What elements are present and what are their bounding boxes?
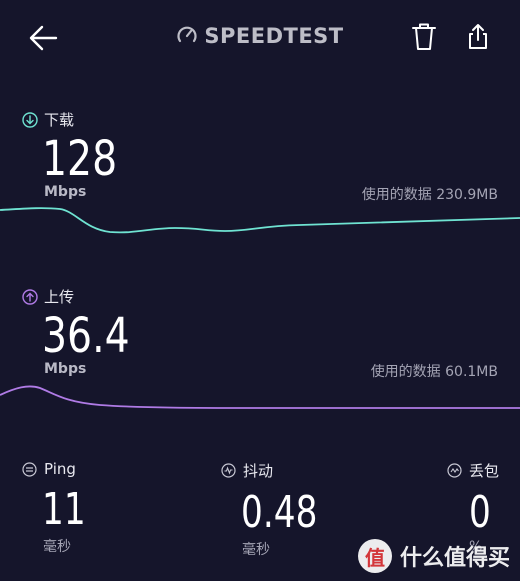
app-brand: SPEEDTEST [0,24,520,48]
site-watermark: 值 什么值得买 [357,539,510,573]
download-line [0,207,520,234]
upload-label: 上传 [44,288,75,306]
download-arrow-icon [22,111,38,128]
download-label: 下载 [44,111,75,129]
jitter-label: 抖动 [243,462,274,480]
upload-speed-graph [0,385,520,409]
upload-speed-value: 36.4 [42,308,130,364]
download-speed-value: 128 [42,131,118,187]
ping-icon [22,461,37,477]
trash-icon [412,23,436,50]
upload-line [0,385,520,409]
packet-loss-label: 丢包 [469,462,500,480]
upload-header: 上传 [22,286,74,307]
packet-loss-value: 0 [469,487,491,538]
share-icon [469,24,487,49]
upload-unit: Mbps [44,361,87,377]
download-header: 下载 [22,109,74,130]
jitter-icon [221,463,236,478]
upload-arrow-icon [22,288,38,305]
watermark-logo: 值 [357,539,392,573]
ping-label: Ping [44,460,76,478]
jitter-unit: 毫秒 [242,542,270,558]
speedometer-icon [177,26,197,43]
ping-unit: 毫秒 [43,539,71,555]
jitter-stat: 抖动 0.48 毫秒 [221,460,339,559]
brand-text: SPEEDTEST [204,24,344,48]
packet-loss-icon [447,463,462,478]
ping-value: 11 [42,484,86,535]
download-speed-graph [0,207,520,234]
watermark-text: 什么值得买 [399,546,510,571]
delete-button[interactable] [408,20,440,54]
top-bar: SPEEDTEST [0,0,520,76]
jitter-value: 0.48 [241,487,318,538]
ping-stat: Ping 11 毫秒 [22,460,98,556]
share-button[interactable] [462,20,494,54]
